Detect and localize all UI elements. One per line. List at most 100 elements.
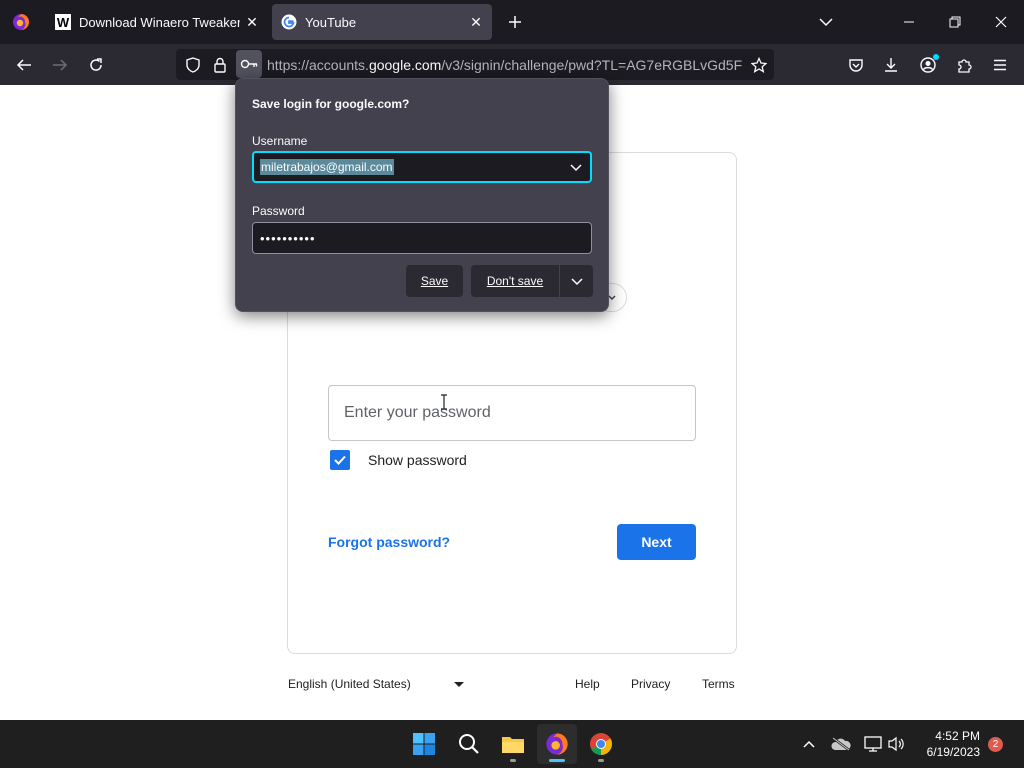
svg-text:W: W xyxy=(57,15,70,30)
windows-logo-icon xyxy=(413,733,435,755)
firefox-icon xyxy=(13,14,29,30)
key-icon xyxy=(240,59,258,69)
url-text[interactable]: https://accounts.google.com/v3/signin/ch… xyxy=(267,57,742,73)
password-placeholder: Enter your password xyxy=(344,404,491,421)
chrome-icon xyxy=(590,733,612,755)
folder-icon xyxy=(502,737,524,753)
downloads-button[interactable] xyxy=(876,50,906,80)
help-link[interactable]: Help xyxy=(575,677,600,691)
chrome-taskbar-button[interactable] xyxy=(581,724,621,764)
clock-time: 4:52 PM xyxy=(935,729,980,743)
windows-taskbar: 4:52 PM 6/19/2023 2 xyxy=(0,720,1024,768)
reload-icon xyxy=(90,58,102,71)
privacy-link[interactable]: Privacy xyxy=(631,677,670,691)
volume-tray-icon[interactable] xyxy=(884,732,908,756)
show-hidden-icons-button[interactable] xyxy=(797,732,821,756)
cloud-offline-icon xyxy=(831,737,851,751)
terms-link[interactable]: Terms xyxy=(702,677,735,691)
firefox-taskbar-button[interactable] xyxy=(537,724,577,764)
file-explorer-button[interactable] xyxy=(493,724,533,764)
tab-title: YouTube xyxy=(305,14,357,30)
account-badge-dot xyxy=(933,54,939,60)
show-password-label[interactable]: Show password xyxy=(368,452,467,468)
winaero-icon: W xyxy=(55,14,71,30)
forward-button[interactable] xyxy=(45,50,75,80)
restore-icon xyxy=(949,16,961,28)
restore-button[interactable] xyxy=(932,0,978,44)
password-value: •••••••••• xyxy=(260,230,316,246)
username-field[interactable]: miletrabajos@gmail.com xyxy=(252,151,592,183)
firefox-icon xyxy=(546,733,568,755)
tracking-protection-button[interactable] xyxy=(178,50,208,80)
list-all-tabs-button[interactable] xyxy=(803,0,849,44)
close-window-button[interactable] xyxy=(978,0,1024,44)
minimize-icon xyxy=(904,21,914,23)
onedrive-tray-icon[interactable] xyxy=(829,732,853,756)
firefox-view-button[interactable] xyxy=(0,0,42,44)
password-label: Password xyxy=(252,204,305,218)
popup-heading: Save login for google.com? xyxy=(252,97,410,111)
caret-down-icon xyxy=(454,682,464,687)
tab-strip: W Download Winaero Tweaker ✕ YouTube ✕ xyxy=(0,0,1024,44)
shield-icon xyxy=(186,57,200,73)
url-suffix: /v3/signin/challenge/pwd?TL=AG7eRGBLvGd5… xyxy=(441,57,742,73)
minimize-button[interactable] xyxy=(886,0,932,44)
extensions-button[interactable] xyxy=(949,50,979,80)
dont-save-button[interactable]: Don't save xyxy=(471,265,559,297)
forgot-password-link[interactable]: Forgot password? xyxy=(328,534,450,550)
notification-badge[interactable]: 2 xyxy=(988,737,1003,752)
back-button[interactable] xyxy=(9,50,39,80)
close-icon xyxy=(995,16,1007,28)
search-button[interactable] xyxy=(449,724,489,764)
chevron-up-icon xyxy=(803,740,815,748)
search-icon xyxy=(459,734,479,754)
arrow-right-icon xyxy=(53,59,68,71)
checkmark-icon xyxy=(334,455,346,465)
reload-button[interactable] xyxy=(81,50,111,80)
account-button[interactable] xyxy=(913,50,943,80)
arrow-left-icon xyxy=(16,59,31,71)
active-indicator xyxy=(549,759,565,762)
star-icon xyxy=(751,57,767,73)
pocket-button[interactable] xyxy=(841,50,871,80)
running-indicator xyxy=(510,759,516,762)
running-indicator xyxy=(598,759,604,762)
new-tab-button[interactable] xyxy=(502,8,528,36)
speaker-icon xyxy=(888,736,904,752)
chevron-down-icon xyxy=(570,278,583,286)
bookmark-button[interactable] xyxy=(744,50,774,80)
hamburger-menu-icon xyxy=(994,59,1006,71)
more-options-button[interactable] xyxy=(560,265,593,297)
tab-winaero[interactable]: W Download Winaero Tweaker ✕ xyxy=(46,4,268,40)
plus-icon xyxy=(509,16,521,28)
close-tab-icon[interactable]: ✕ xyxy=(240,10,264,34)
text-cursor-icon xyxy=(441,394,447,410)
language-select[interactable]: English (United States) xyxy=(288,677,411,691)
next-button[interactable]: Next xyxy=(617,524,696,560)
save-button[interactable]: Save xyxy=(406,265,463,297)
password-manager-button[interactable] xyxy=(236,50,262,78)
password-field[interactable]: •••••••••• xyxy=(252,222,592,254)
chevron-down-icon xyxy=(819,18,833,27)
close-tab-icon[interactable]: ✕ xyxy=(464,10,488,34)
start-button[interactable] xyxy=(404,724,444,764)
save-login-popup: Save login for google.com? Username mile… xyxy=(235,78,609,312)
download-icon xyxy=(885,58,897,72)
puzzle-icon xyxy=(958,59,972,73)
network-tray-icon[interactable] xyxy=(861,732,885,756)
chevron-down-icon[interactable] xyxy=(570,162,582,172)
app-menu-button[interactable] xyxy=(985,50,1015,80)
taskbar-clock[interactable]: 4:52 PM 6/19/2023 xyxy=(910,728,980,760)
url-prefix: https://accounts. xyxy=(267,57,369,73)
network-icon xyxy=(864,736,882,752)
tab-youtube[interactable]: YouTube ✕ xyxy=(272,4,492,40)
site-info-button[interactable] xyxy=(205,50,235,80)
url-domain: google.com xyxy=(368,57,442,73)
lock-icon xyxy=(214,57,226,73)
show-password-checkbox[interactable] xyxy=(330,450,350,470)
google-icon xyxy=(281,14,297,30)
password-input[interactable]: Enter your password xyxy=(328,385,696,441)
username-value: miletrabajos@gmail.com xyxy=(260,159,394,175)
clock-date: 6/19/2023 xyxy=(926,745,980,759)
pocket-icon xyxy=(849,59,863,72)
